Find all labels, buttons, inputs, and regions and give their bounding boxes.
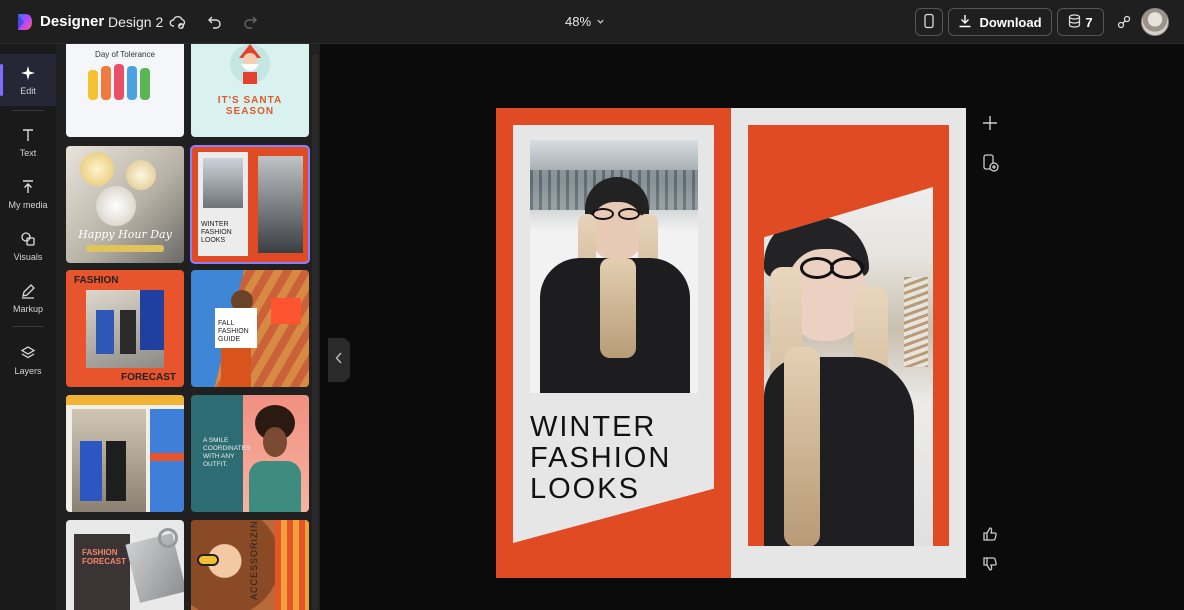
- left-rail: Edit Text My media Visuals Markup Layers: [0, 44, 56, 610]
- designer-logo-icon[interactable]: [14, 12, 34, 32]
- headline-line: FASHION: [530, 442, 672, 474]
- model-photo-left[interactable]: [530, 140, 698, 393]
- download-label: Download: [979, 14, 1042, 30]
- template-thumb[interactable]: Day of Tolerance: [66, 44, 184, 137]
- rail-label-layers: Layers: [14, 365, 42, 376]
- template-title: Day of Tolerance: [95, 50, 155, 59]
- share-icon[interactable]: [1114, 12, 1134, 32]
- template-title-bottom: FORECAST: [121, 372, 176, 383]
- rail-item-visuals[interactable]: Visuals: [0, 220, 56, 272]
- panel-scrollbar[interactable]: [312, 54, 318, 610]
- template-thumb[interactable]: FASHION FORECAST: [66, 270, 184, 387]
- template-thumb[interactable]: ACCESSORIZING: [191, 520, 309, 610]
- layers-icon: [20, 345, 36, 363]
- template-thumb[interactable]: FASHION FORECAST: [66, 520, 184, 610]
- shapes-icon: [20, 231, 36, 249]
- template-title: IT'S SANTA SEASON: [217, 95, 283, 117]
- template-title: FASHION FORECAST: [82, 548, 126, 566]
- chevron-left-icon: [335, 351, 343, 369]
- undo-icon[interactable]: [204, 12, 224, 32]
- rail-label-text: Text: [19, 147, 37, 158]
- chevron-down-icon: [596, 14, 605, 29]
- duplicate-page-icon[interactable]: [980, 153, 1000, 173]
- top-bar: Designer Design 2 48% Download 7: [0, 0, 1184, 44]
- template-title: WINTER FASHION LOOKS: [201, 221, 232, 244]
- rail-label-visuals: Visuals: [13, 251, 43, 262]
- upload-icon: [20, 179, 36, 197]
- template-title-top: FASHION: [74, 275, 119, 286]
- download-button[interactable]: Download: [948, 8, 1052, 36]
- rail-item-layers[interactable]: Layers: [0, 334, 56, 386]
- rail-label-markup: Markup: [12, 303, 43, 314]
- page-size-button[interactable]: [915, 8, 943, 36]
- zoom-dropdown[interactable]: 48%: [565, 14, 605, 29]
- headline-line: LOOKS: [530, 473, 640, 505]
- thumbs-up-icon[interactable]: [980, 524, 1000, 544]
- download-icon: [958, 14, 972, 31]
- rail-item-edit[interactable]: Edit: [0, 54, 56, 106]
- pen-icon: [20, 283, 36, 301]
- template-title: A SMILE COORDINATES WITH ANY OUTFIT.: [203, 437, 251, 468]
- rail-label-my-media: My media: [8, 199, 48, 210]
- rail-item-markup[interactable]: Markup: [0, 272, 56, 324]
- thumbs-down-icon[interactable]: [980, 554, 1000, 574]
- model-photo-right[interactable]: [764, 187, 933, 546]
- template-thumb[interactable]: IT'S SANTA SEASON: [191, 44, 309, 137]
- headline-line: WINTER: [530, 411, 657, 443]
- add-page-icon[interactable]: [980, 113, 1000, 133]
- cloud-save-icon[interactable]: [168, 12, 188, 32]
- credits-count: 7: [1085, 14, 1093, 30]
- phone-frame-icon: [922, 13, 936, 32]
- zoom-level: 48%: [565, 14, 592, 29]
- user-avatar[interactable]: [1141, 8, 1169, 36]
- rail-divider: [12, 110, 44, 111]
- coins-icon: [1068, 13, 1081, 31]
- rail-item-text[interactable]: Text: [0, 116, 56, 168]
- credits-button[interactable]: 7: [1057, 8, 1104, 36]
- rail-divider: [12, 326, 44, 327]
- redo-icon[interactable]: [241, 12, 261, 32]
- sparkle-icon: [20, 65, 36, 83]
- template-thumb[interactable]: Happy Hour Day: [66, 146, 184, 263]
- design-headline[interactable]: WINTER FASHION LOOKS: [530, 412, 671, 505]
- rail-item-my-media[interactable]: My media: [0, 168, 56, 220]
- rail-label-edit: Edit: [20, 85, 36, 96]
- template-thumb[interactable]: FALL FASHION GUIDE: [191, 270, 309, 387]
- template-title: FALL FASHION GUIDE: [218, 320, 249, 343]
- template-thumb[interactable]: A SMILE COORDINATES WITH ANY OUTFIT.: [191, 395, 309, 512]
- app-title: Designer: [40, 13, 105, 30]
- template-title: ACCESSORIZING: [249, 520, 259, 600]
- template-thumb[interactable]: [66, 395, 184, 512]
- document-name[interactable]: Design 2: [108, 14, 163, 30]
- templates-panel: Day of Tolerance IT'S SANTA SEASON Happy…: [56, 44, 320, 610]
- text-icon: [20, 127, 36, 145]
- template-title: Happy Hour Day: [78, 228, 172, 241]
- template-thumb-selected[interactable]: WINTER FASHION LOOKS: [190, 145, 310, 264]
- collapse-panel-button[interactable]: [328, 338, 350, 382]
